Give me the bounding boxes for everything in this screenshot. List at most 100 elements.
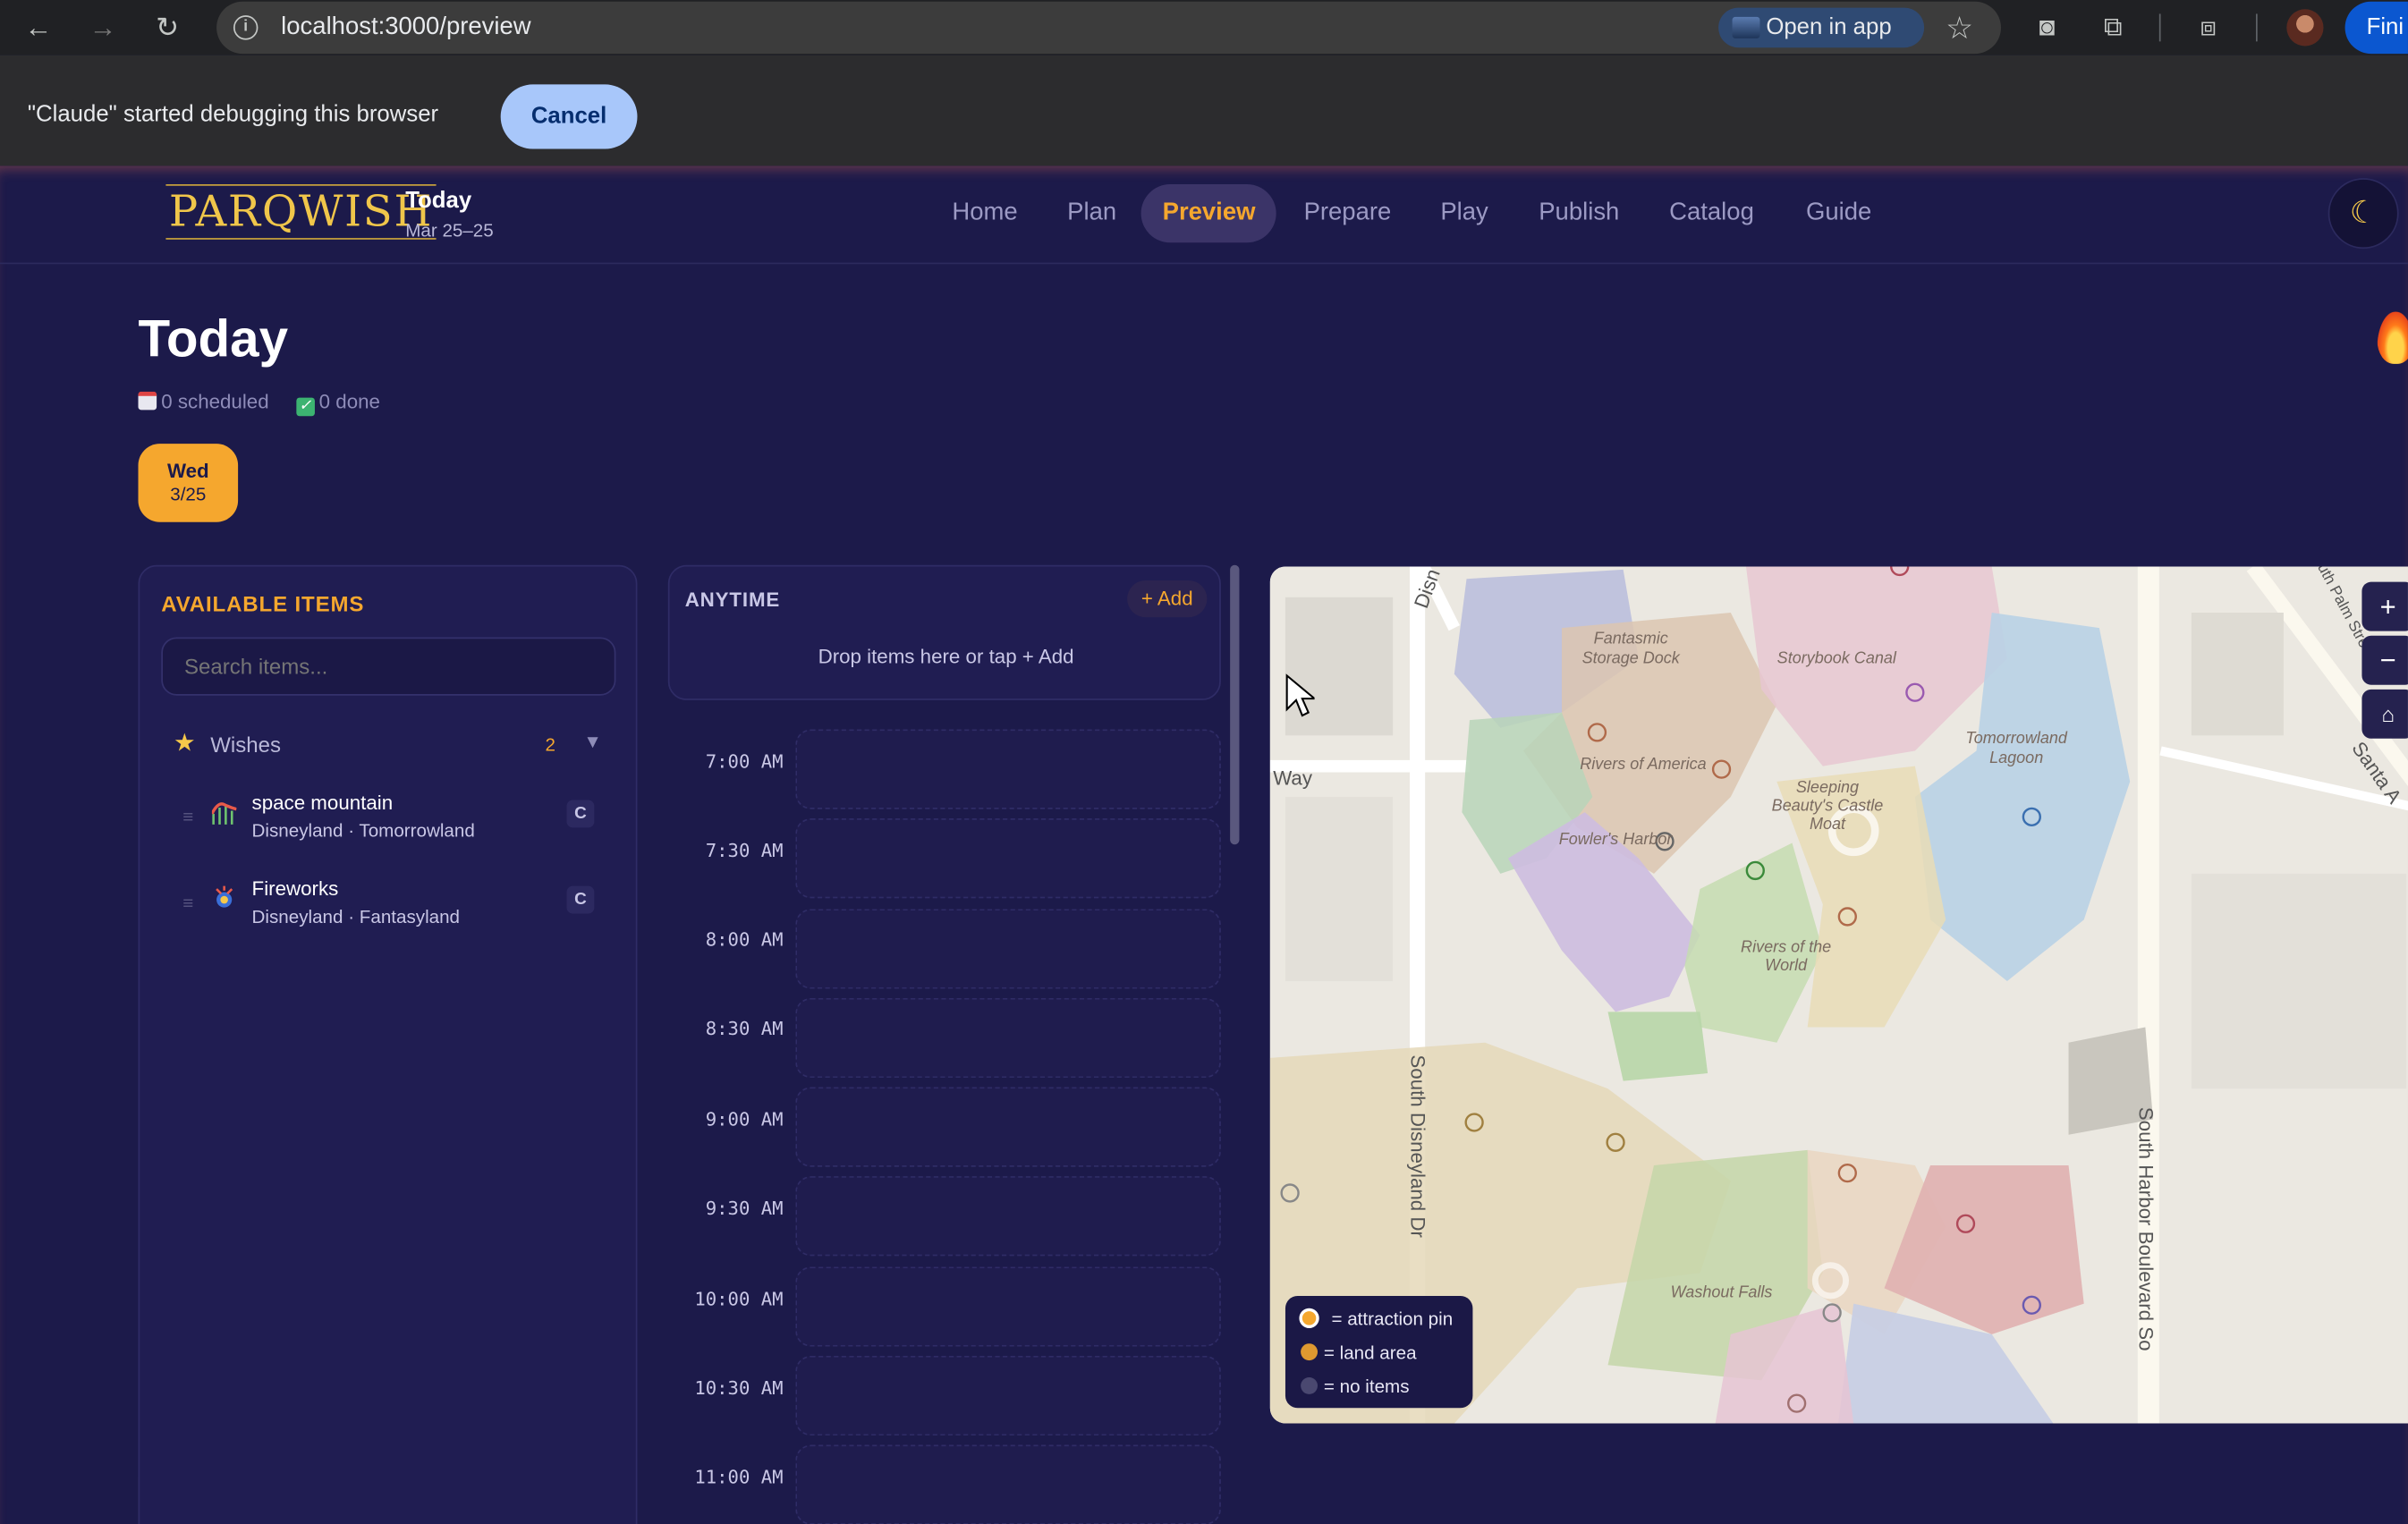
done-stat: ✓ 0 done xyxy=(295,390,380,417)
app-root: PARQWISH Today Mar 25–25 Home Plan Previ… xyxy=(0,165,2408,1524)
nav-prepare[interactable]: Prepare xyxy=(1283,184,1413,242)
drag-handle-icon[interactable]: ≡ xyxy=(182,806,193,827)
time-slot-label: 7:00 AM xyxy=(705,750,784,773)
group-count: 2 xyxy=(545,733,555,756)
forward-arrow-icon[interactable]: → xyxy=(86,11,120,45)
time-slot-label: 8:30 AM xyxy=(705,1018,784,1040)
app-thumbnail-icon xyxy=(1732,16,1760,38)
drop-hint: Drop items here or tap + Add xyxy=(818,645,1074,668)
list-item[interactable]: ≡ Fireworks Disneyland · Fantasyland C xyxy=(161,868,615,941)
nav-home[interactable]: Home xyxy=(930,184,1039,242)
reload-icon[interactable]: ↻ xyxy=(150,11,184,45)
url-text: localhost:3000/preview xyxy=(281,13,531,40)
back-arrow-icon[interactable]: ← xyxy=(21,11,55,45)
site-info-icon[interactable]: i xyxy=(233,15,259,40)
star-icon: ★ xyxy=(173,731,196,758)
time-slot-dropzone[interactable] xyxy=(795,1087,1221,1167)
map-label: World xyxy=(1765,956,1808,974)
map-label: Storybook Canal xyxy=(1777,649,1897,667)
app-date-range: Mar 25–25 xyxy=(405,219,494,241)
parqwish-logo[interactable]: PARQWISH xyxy=(165,184,437,240)
park-map[interactable]: Fantasmic Storage Dock Storybook Canal T… xyxy=(1269,566,2408,1424)
item-badge: C xyxy=(566,885,595,914)
legend-text: = land area xyxy=(1323,1342,1417,1364)
drag-handle-icon[interactable]: ≡ xyxy=(182,892,193,913)
map-label: Sleeping xyxy=(1796,778,1859,796)
calendar-icon xyxy=(138,391,157,411)
time-slot-dropzone[interactable] xyxy=(795,909,1221,989)
time-slot-label: 10:30 AM xyxy=(694,1376,784,1400)
chevron-down-icon[interactable]: ▼ xyxy=(583,731,601,752)
debug-infobar: "Claude" started debugging this browser … xyxy=(0,55,2408,166)
page-title: Today xyxy=(138,309,289,369)
browser-toolbar: ← → ↻ i localhost:3000/preview Open in a… xyxy=(0,0,2408,55)
map-label: Way xyxy=(1273,766,1313,789)
add-anytime-button[interactable]: + Add xyxy=(1127,580,1208,618)
map-label: Fantasmic xyxy=(1594,629,1668,647)
nav-plan[interactable]: Plan xyxy=(1046,184,1138,242)
bookmark-star-icon[interactable]: ☆ xyxy=(1946,9,1973,47)
legend-text: = no items xyxy=(1323,1376,1410,1398)
time-slot-dropzone[interactable] xyxy=(795,1355,1221,1436)
item-location: Disneyland · Tomorrowland xyxy=(251,819,475,842)
map-canvas[interactable]: Fantasmic Storage Dock Storybook Canal T… xyxy=(1269,566,2408,1424)
time-slot-dropzone[interactable] xyxy=(795,1176,1221,1257)
wishes-group-header[interactable]: ★ Wishes 2 ▼ xyxy=(161,720,615,766)
tab-search-icon[interactable]: ⧈ xyxy=(2192,11,2226,45)
list-item[interactable]: ≡ space mountain Disneyland · Tomorrowla… xyxy=(161,782,615,855)
group-label: Wishes xyxy=(210,732,282,758)
check-icon: ✓ xyxy=(295,397,315,417)
puzzle-extensions-icon[interactable]: ⧉ xyxy=(2096,11,2130,45)
time-slot-label: 8:00 AM xyxy=(705,928,784,951)
time-slot-dropzone[interactable] xyxy=(795,818,1221,899)
anytime-dropzone[interactable]: ANYTIME + Add Drop items here or tap + A… xyxy=(667,564,1221,700)
zoom-in-button[interactable]: + xyxy=(2361,581,2408,631)
moon-icon[interactable]: ☾ xyxy=(2327,178,2399,250)
no-items-icon xyxy=(1301,1376,1318,1394)
done-text: 0 done xyxy=(318,390,380,413)
nav-guide[interactable]: Guide xyxy=(1785,184,1893,242)
day-date: 3/25 xyxy=(170,483,207,505)
profile-avatar[interactable] xyxy=(2286,9,2324,47)
scheduled-text: 0 scheduled xyxy=(161,390,269,413)
address-bar[interactable]: i localhost:3000/preview Open in app ☆ xyxy=(216,1,2001,55)
fireworks-icon xyxy=(212,885,236,912)
nav-play[interactable]: Play xyxy=(1419,184,1510,242)
map-label: South Harbor Boulevard So xyxy=(2135,1107,2158,1351)
item-name: space mountain xyxy=(251,791,394,814)
day-stats: 0 scheduled ✓ 0 done xyxy=(138,390,402,417)
map-label: South Disneyland Dr xyxy=(1407,1054,1429,1238)
toolbar-separator xyxy=(2255,13,2258,42)
map-label: Storage Dock xyxy=(1582,649,1681,667)
extension-icon[interactable]: ◙ xyxy=(2031,11,2065,45)
schedule-scrollbar[interactable] xyxy=(1230,564,1240,845)
nav-catalog[interactable]: Catalog xyxy=(1648,184,1776,242)
time-slot-label: 11:00 AM xyxy=(694,1466,784,1488)
attraction-pin-icon xyxy=(1299,1308,1319,1329)
open-in-app-button[interactable]: Open in app xyxy=(1718,7,1925,48)
nav-preview[interactable]: Preview xyxy=(1140,184,1277,243)
time-slot-dropzone[interactable] xyxy=(795,1266,1221,1347)
time-slot-dropzone[interactable] xyxy=(795,729,1221,809)
time-slot-label: 9:00 AM xyxy=(705,1108,784,1130)
zoom-out-button[interactable]: − xyxy=(2361,635,2408,685)
app-title: Today xyxy=(405,187,472,214)
cancel-debug-button[interactable]: Cancel xyxy=(500,84,638,149)
map-label: Rivers of America xyxy=(1580,755,1707,773)
finish-button[interactable]: Fini xyxy=(2344,1,2408,55)
map-label: Lagoon xyxy=(1989,749,2043,766)
nav-publish[interactable]: Publish xyxy=(1517,184,1641,242)
time-slot-dropzone[interactable] xyxy=(795,997,1221,1079)
time-slot-label: 9:30 AM xyxy=(705,1198,784,1220)
available-items-panel: AVAILABLE ITEMS ★ Wishes 2 ▼ ≡ space mou… xyxy=(138,564,638,1524)
legend-text: = attraction pin xyxy=(1331,1308,1454,1330)
item-location: Disneyland · Fantasyland xyxy=(251,905,461,927)
debug-message: "Claude" started debugging this browser xyxy=(27,101,439,128)
day-weekday: Wed xyxy=(166,459,209,483)
search-input[interactable] xyxy=(161,637,616,696)
home-icon[interactable]: ⌂ xyxy=(2361,689,2408,739)
time-slot-dropzone[interactable] xyxy=(795,1444,1221,1524)
item-badge: C xyxy=(566,800,595,828)
map-label: Washout Falls xyxy=(1671,1283,1773,1301)
day-selector-chip[interactable]: Wed 3/25 xyxy=(138,444,239,522)
